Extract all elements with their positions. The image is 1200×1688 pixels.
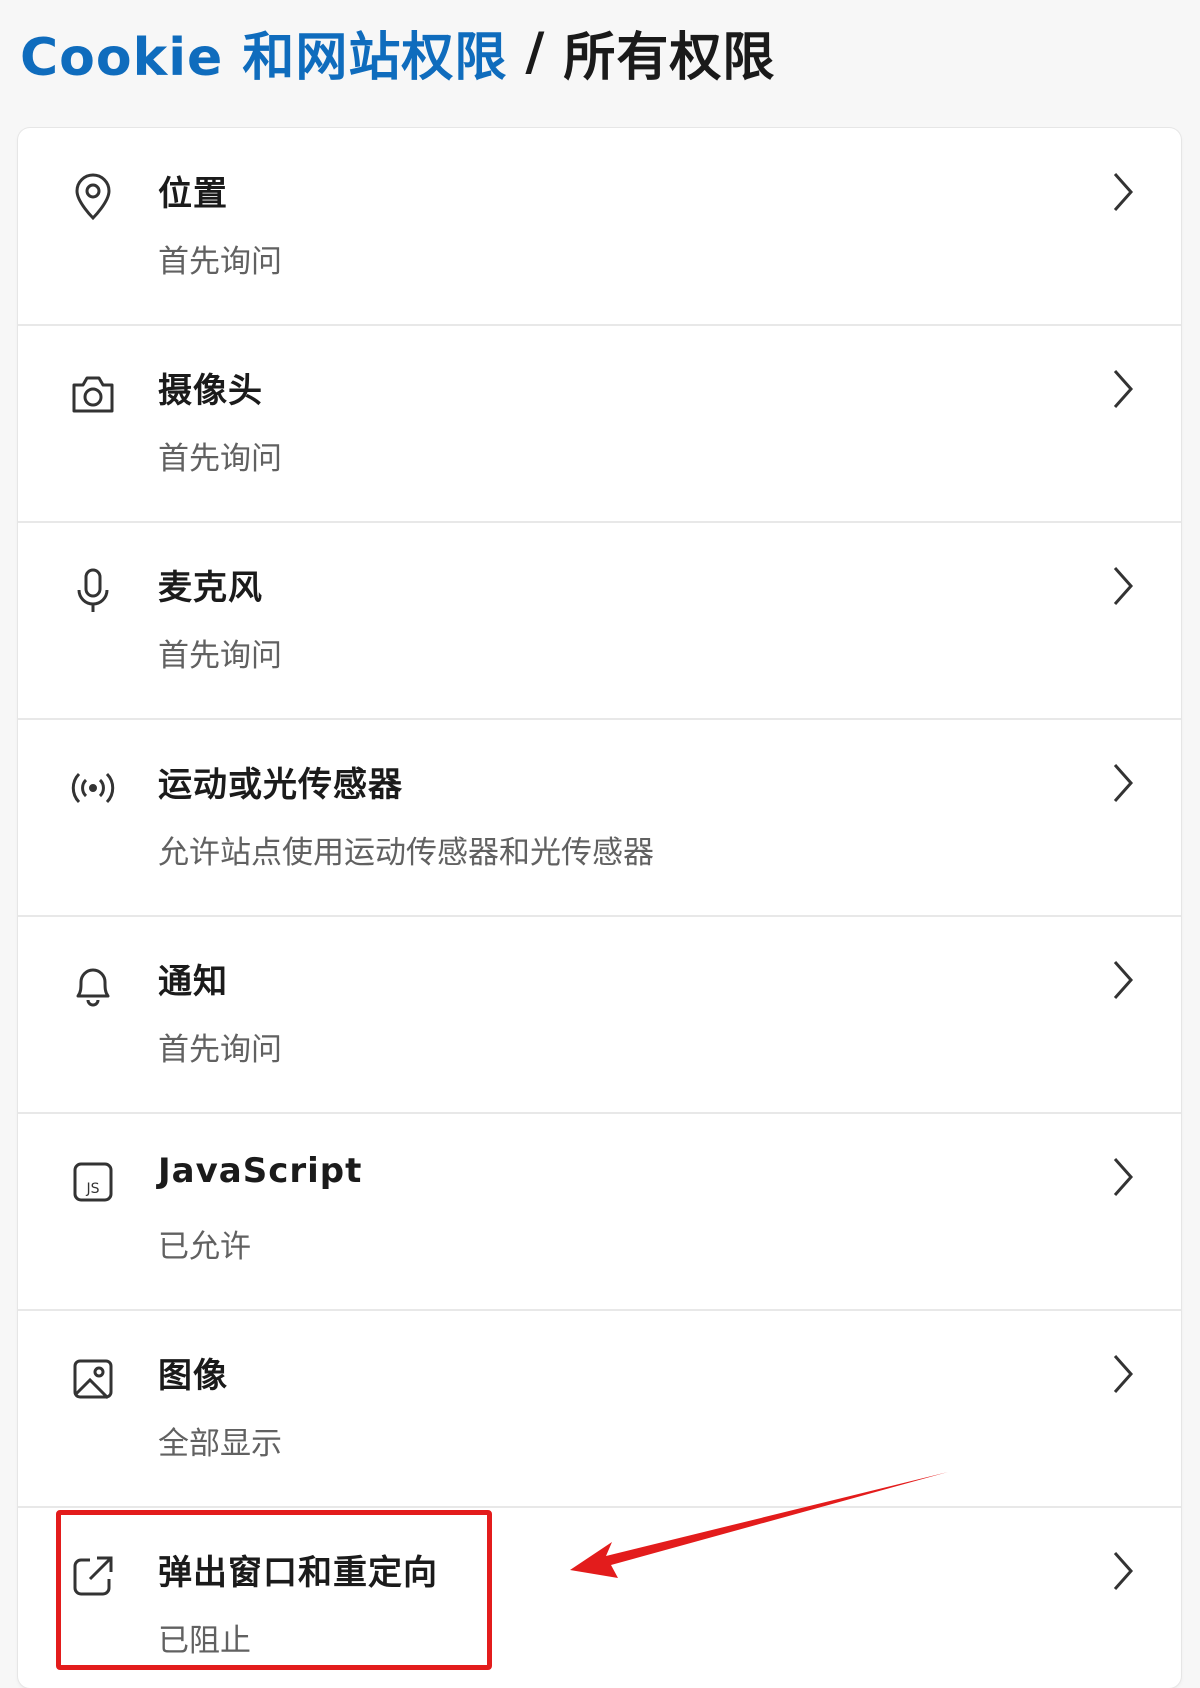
chevron-right-icon	[1103, 359, 1143, 419]
permission-title: 运动或光传感器	[158, 765, 403, 805]
permission-row-microphone[interactable]: 麦克风 首先询问	[18, 522, 1181, 720]
chevron-right-icon	[1103, 950, 1143, 1010]
permission-row-images[interactable]: 图像 全部显示	[18, 1310, 1181, 1508]
bell-icon	[68, 960, 118, 1010]
breadcrumb-separator: /	[525, 22, 546, 82]
camera-icon	[68, 369, 118, 419]
image-icon	[68, 1354, 118, 1404]
chevron-right-icon	[1103, 1147, 1143, 1207]
permission-status: 全部显示	[158, 1426, 282, 1462]
permission-title: 弹出窗口和重定向	[158, 1553, 438, 1593]
page-title: 所有权限	[563, 27, 776, 88]
permission-title: 通知	[158, 962, 228, 1002]
permissions-list: 位置 首先询问 摄像头 首先询问 麦克风 首先询问 运动或光传感器 允许站点使用…	[18, 128, 1181, 1688]
permission-row-camera[interactable]: 摄像头 首先询问	[18, 325, 1181, 523]
permission-row-location[interactable]: 位置 首先询问	[18, 128, 1181, 326]
chevron-right-icon	[1103, 753, 1143, 813]
permission-status: 首先询问	[158, 638, 282, 674]
javascript-icon: JS	[68, 1157, 118, 1207]
permission-row-sensors[interactable]: 运动或光传感器 允许站点使用运动传感器和光传感器	[18, 719, 1181, 917]
permission-status: 允许站点使用运动传感器和光传感器	[158, 835, 654, 871]
permission-status: 已允许	[158, 1229, 251, 1265]
chevron-right-icon	[1103, 1541, 1143, 1601]
chevron-right-icon	[1103, 556, 1143, 616]
permission-title: JavaScript	[158, 1151, 363, 1191]
permission-title: 图像	[158, 1356, 228, 1396]
microphone-icon	[68, 566, 118, 616]
permission-row-notifications[interactable]: 通知 首先询问	[18, 916, 1181, 1114]
sensor-icon	[68, 763, 118, 813]
permission-row-popups[interactable]: 弹出窗口和重定向 已阻止	[18, 1507, 1181, 1688]
chevron-right-icon	[1103, 162, 1143, 222]
permission-status: 首先询问	[158, 244, 282, 280]
permission-row-javascript[interactable]: JS JavaScript 已允许	[18, 1113, 1181, 1311]
permission-title: 位置	[158, 174, 228, 214]
breadcrumb: Cookie 和网站权限 / 所有权限	[20, 14, 775, 90]
permission-status: 首先询问	[158, 441, 282, 477]
location-pin-icon	[68, 172, 118, 222]
permission-status: 已阻止	[158, 1623, 251, 1659]
breadcrumb-parent-link[interactable]: Cookie 和网站权限	[20, 15, 507, 90]
chevron-right-icon	[1103, 1344, 1143, 1404]
permission-title: 麦克风	[158, 568, 263, 608]
svg-text:JS: JS	[85, 1181, 99, 1197]
permission-status: 首先询问	[158, 1032, 282, 1068]
open-external-icon	[68, 1551, 118, 1601]
permission-title: 摄像头	[158, 371, 263, 411]
